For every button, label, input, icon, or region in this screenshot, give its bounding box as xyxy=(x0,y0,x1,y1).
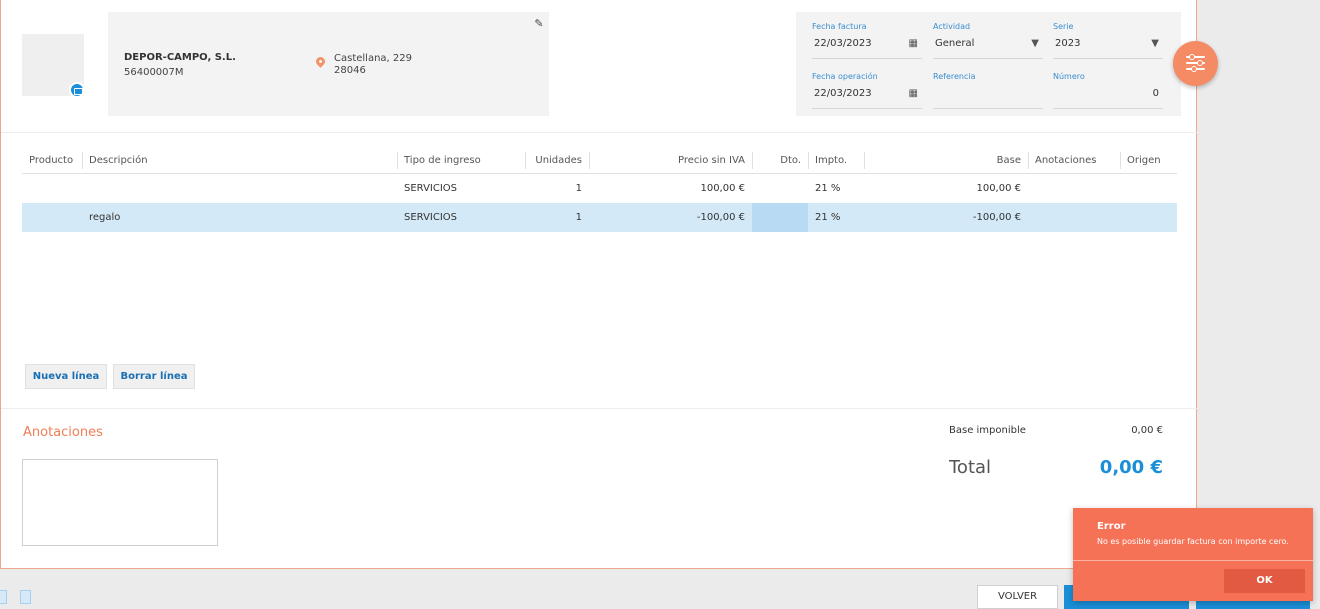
column-header-origen[interactable]: Origen xyxy=(1120,147,1177,173)
settings-sliders-icon[interactable] xyxy=(1173,41,1218,86)
fecha-factura-input[interactable]: 22/03/2023 ▦ xyxy=(812,33,922,59)
actividad-select[interactable]: General ▼ xyxy=(933,33,1043,59)
invoice-panel: DEPOR-CAMPO, S.L. 56400007M Castellana, … xyxy=(0,0,1197,569)
cell-anotaciones[interactable] xyxy=(1028,174,1120,203)
notes-textarea[interactable] xyxy=(22,459,218,546)
toast-ok-button[interactable]: OK xyxy=(1224,569,1305,593)
footer-divider xyxy=(1,408,1197,409)
column-header-dto[interactable]: Dto. xyxy=(752,147,808,173)
calendar-icon[interactable]: ▦ xyxy=(909,33,918,55)
cell-precio[interactable]: -100,00 € xyxy=(589,203,752,232)
cell-unidades[interactable]: 1 xyxy=(525,203,589,232)
cell-origen xyxy=(1120,203,1177,232)
column-header-descripcion[interactable]: Descripción xyxy=(82,147,397,173)
numero-label: Número xyxy=(1053,72,1085,81)
pencil-icon[interactable]: ✎ xyxy=(532,17,546,31)
fecha-factura-label: Fecha factura xyxy=(812,22,867,31)
customer-card: DEPOR-CAMPO, S.L. 56400007M Castellana, … xyxy=(108,12,549,116)
serie-select[interactable]: 2023 ▼ xyxy=(1053,33,1163,59)
document-icon[interactable] xyxy=(20,590,31,604)
cell-descripcion[interactable] xyxy=(82,174,397,203)
fecha-operacion-input[interactable]: 22/03/2023 ▦ xyxy=(812,83,922,109)
toast-message: No es posible guardar factura con import… xyxy=(1097,537,1289,546)
dropdown-arrow-icon[interactable]: ▼ xyxy=(1151,33,1159,55)
fecha-operacion-field: Fecha operación 22/03/2023 ▦ xyxy=(812,71,922,109)
header-divider xyxy=(1,132,1197,133)
table-row[interactable]: SERVICIOS 1 100,00 € 21 % 100,00 € xyxy=(22,174,1177,203)
cell-anotaciones[interactable] xyxy=(1028,203,1120,232)
table-header: Producto Descripción Tipo de ingreso Uni… xyxy=(22,147,1177,174)
actividad-field: Actividad General ▼ xyxy=(933,21,1043,59)
numero-field: Número 0 xyxy=(1053,71,1163,109)
cell-producto[interactable] xyxy=(22,174,82,203)
cell-base: -100,00 € xyxy=(972,212,1021,223)
dropdown-arrow-icon[interactable]: ▼ xyxy=(1031,33,1039,55)
camera-icon[interactable] xyxy=(69,82,85,98)
fecha-operacion-value: 22/03/2023 xyxy=(814,88,872,99)
serie-value: 2023 xyxy=(1055,38,1081,49)
referencia-field: Referencia xyxy=(933,71,1043,109)
base-imponible-value: 0,00 € xyxy=(1131,425,1163,436)
column-header-producto[interactable]: Producto xyxy=(22,147,82,173)
cell-unidades[interactable]: 1 xyxy=(525,174,589,203)
fecha-factura-field: Fecha factura 22/03/2023 ▦ xyxy=(812,21,922,59)
cell-dto[interactable] xyxy=(752,174,808,203)
customer-tax-id: 56400007M xyxy=(124,67,184,78)
numero-input[interactable]: 0 xyxy=(1053,83,1163,109)
actividad-label: Actividad xyxy=(933,22,971,31)
serie-label: Serie xyxy=(1053,22,1074,31)
base-imponible-label: Base imponible xyxy=(949,425,1026,436)
cell-precio[interactable]: 100,00 € xyxy=(589,174,752,203)
total-value: 0,00 € xyxy=(1099,457,1163,478)
document-icon[interactable] xyxy=(0,590,7,604)
cell-base: 100,00 € xyxy=(976,183,1021,194)
cell-impto[interactable]: 21 % xyxy=(808,203,864,232)
error-toast: Error No es posible guardar factura con … xyxy=(1073,508,1313,601)
cell-origen xyxy=(1120,174,1177,203)
referencia-label: Referencia xyxy=(933,72,976,81)
actividad-value: General xyxy=(935,38,975,49)
cell-producto[interactable] xyxy=(22,203,82,232)
column-header-anotaciones[interactable]: Anotaciones xyxy=(1028,147,1120,173)
calendar-icon[interactable]: ▦ xyxy=(909,83,918,105)
column-header-base[interactable]: Base xyxy=(864,147,1028,173)
notes-title: Anotaciones xyxy=(23,425,103,440)
cell-tipo[interactable]: SERVICIOS xyxy=(397,174,525,203)
borrar-linea-button[interactable]: Borrar línea xyxy=(113,364,195,389)
column-header-precio[interactable]: Precio sin IVA xyxy=(589,147,752,173)
location-pin-icon xyxy=(314,55,327,68)
column-header-unidades[interactable]: Unidades xyxy=(525,147,589,173)
cell-dto-active[interactable] xyxy=(752,203,808,232)
referencia-input[interactable] xyxy=(933,83,1043,109)
serie-field: Serie 2023 ▼ xyxy=(1053,21,1163,59)
customer-address-line1: Castellana, 229 xyxy=(334,53,412,64)
customer-name: DEPOR-CAMPO, S.L. xyxy=(124,52,236,63)
invoice-lines-table: Producto Descripción Tipo de ingreso Uni… xyxy=(22,147,1177,232)
fecha-factura-value: 22/03/2023 xyxy=(814,38,872,49)
toast-divider xyxy=(1073,560,1313,561)
column-header-tipo[interactable]: Tipo de ingreso xyxy=(397,147,525,173)
cell-descripcion[interactable]: regalo xyxy=(82,203,397,232)
volver-button[interactable]: VOLVER xyxy=(977,585,1058,609)
total-label: Total xyxy=(949,457,992,478)
table-row-selected[interactable]: regalo SERVICIOS 1 -100,00 € 21 % -100,0… xyxy=(22,203,1177,232)
customer-address-line2: 28046 xyxy=(334,65,366,76)
cell-tipo[interactable]: SERVICIOS xyxy=(397,203,525,232)
invoice-meta-card: Fecha factura 22/03/2023 ▦ Actividad Gen… xyxy=(796,12,1181,116)
column-header-impto[interactable]: Impto. xyxy=(808,147,864,173)
toast-title: Error xyxy=(1097,521,1126,532)
cell-impto[interactable]: 21 % xyxy=(808,174,864,203)
nueva-linea-button[interactable]: Nueva línea xyxy=(25,364,107,389)
fecha-operacion-label: Fecha operación xyxy=(812,72,878,81)
